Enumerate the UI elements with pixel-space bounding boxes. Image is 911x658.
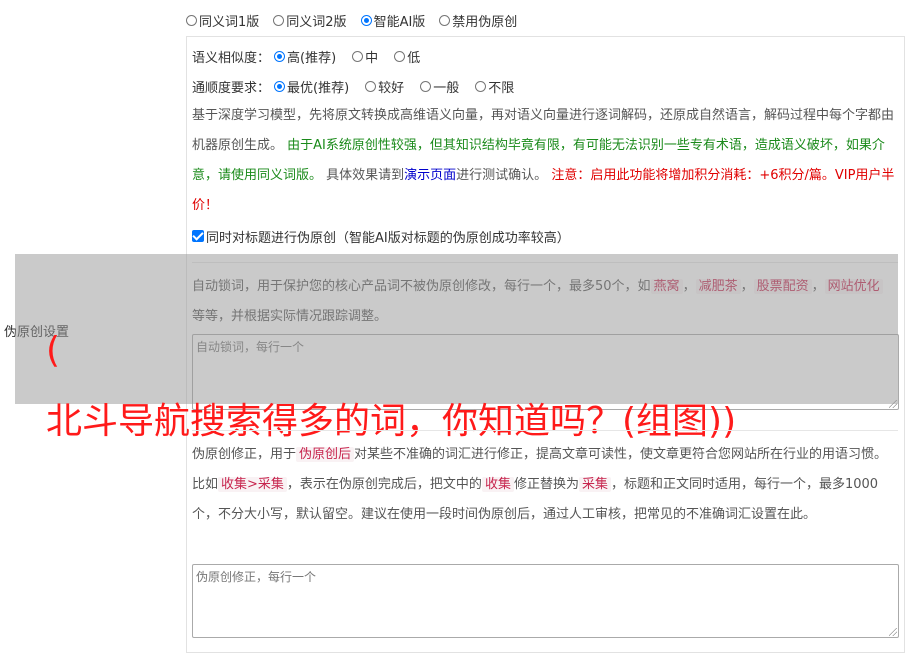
fluency-option-best[interactable]: 最优(推荐)	[274, 77, 349, 96]
version-option-synonym1[interactable]: 同义词1版	[186, 11, 259, 30]
overlay-title-open: (	[46, 330, 61, 371]
version-option-ai[interactable]: 智能AI版	[360, 11, 425, 30]
checkbox-checked-icon[interactable]	[192, 230, 204, 242]
similarity-option-high[interactable]: 高(推荐)	[274, 47, 336, 66]
example-tag: 收集>采集	[218, 477, 287, 492]
resize-handle-icon[interactable]	[889, 628, 897, 636]
similarity-option-medium[interactable]: 中	[352, 47, 378, 66]
ai-description: 基于深度学习模型，先将原文转换成高维语义向量，再对语义向量进行逐词解码，还原成自…	[192, 108, 895, 213]
radio-icon[interactable]	[186, 14, 197, 26]
title-rewrite-checkbox[interactable]: 同时对标题进行伪原创（智能AI版对标题的伪原创成功率较高）	[192, 226, 570, 246]
version-selector: 同义词1版 同义词2版 智能AI版 禁用伪原创	[186, 10, 517, 30]
radio-icon[interactable]	[394, 50, 406, 62]
radio-selected-icon[interactable]	[360, 14, 372, 26]
fluency-label: 通顺度要求：	[192, 80, 271, 96]
fluency-row: 通顺度要求： 最优(推荐) 较好 一般 不限	[192, 76, 530, 96]
correction-placeholder: 伪原创修正，每行一个	[196, 570, 317, 584]
fluency-option-normal[interactable]: 一般	[420, 77, 459, 96]
correction-description: 伪原创修正，用于 伪原创后 对某些不准确的词汇进行修正，提高文章可读性，使文章更符合…	[192, 447, 888, 522]
radio-icon[interactable]	[475, 80, 487, 92]
radio-icon[interactable]	[420, 80, 432, 92]
example-tag: 采集	[578, 477, 611, 492]
similarity-label: 语义相似度：	[192, 50, 271, 66]
similarity-option-low[interactable]: 低	[394, 47, 420, 66]
example-tag: 收集	[481, 477, 514, 492]
version-option-disable[interactable]: 禁用伪原创	[439, 11, 517, 30]
overlay-title: 北斗导航搜索得多的词，你知道吗？(组图))	[46, 401, 737, 442]
demo-page-link[interactable]: 演示页面	[404, 168, 456, 183]
example-tag: 伪原创后	[296, 447, 355, 462]
radio-icon[interactable]	[352, 50, 364, 62]
radio-selected-icon[interactable]	[274, 80, 286, 92]
radio-selected-icon[interactable]	[274, 50, 286, 62]
correction-textarea[interactable]: 伪原创修正，每行一个	[192, 564, 899, 638]
similarity-row: 语义相似度： 高(推荐) 中 低	[192, 46, 436, 66]
version-option-synonym2[interactable]: 同义词2版	[273, 11, 347, 30]
radio-icon[interactable]	[365, 80, 377, 92]
fluency-option-good[interactable]: 较好	[365, 77, 404, 96]
radio-icon[interactable]	[439, 14, 451, 26]
divider	[192, 430, 898, 431]
radio-icon[interactable]	[273, 14, 285, 26]
overlay-banner	[15, 254, 898, 404]
fluency-option-any[interactable]: 不限	[475, 77, 514, 96]
